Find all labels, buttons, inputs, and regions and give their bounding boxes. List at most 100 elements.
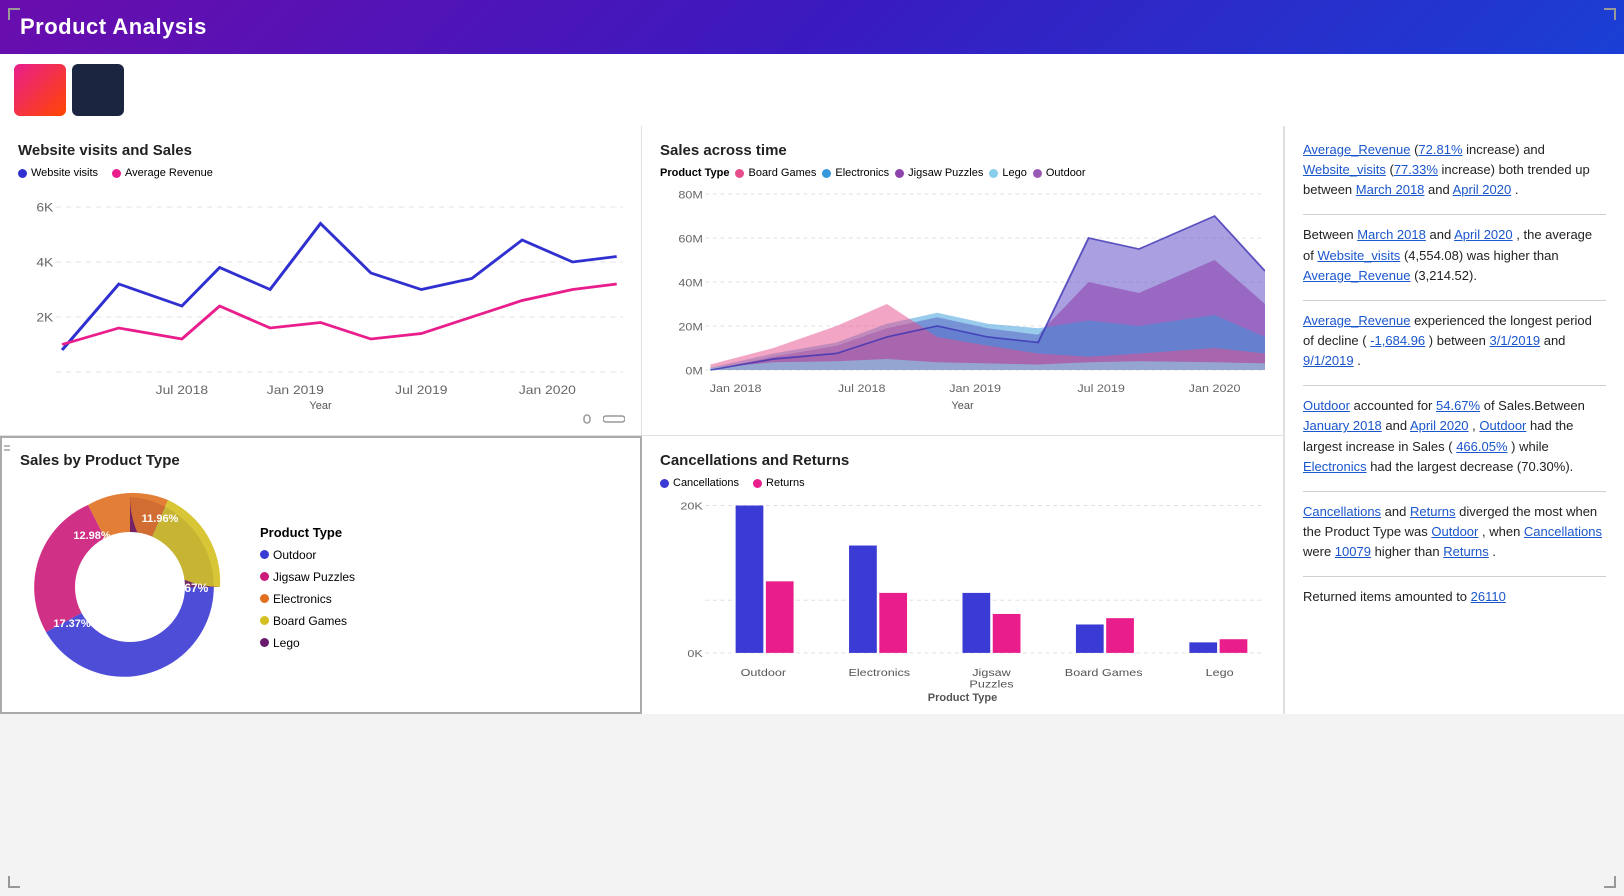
insight-10079[interactable]: 10079 bbox=[1335, 544, 1371, 559]
sales-time-panel: Sales across time Product Type Board Gam… bbox=[642, 126, 1284, 436]
scroll-icon bbox=[579, 413, 595, 425]
svg-text:60M: 60M bbox=[678, 232, 702, 245]
legend-label-jig: Jigsaw Puzzles bbox=[908, 167, 983, 179]
legend-dot-visits bbox=[18, 169, 27, 178]
insight-1: Average_Revenue (72.81% increase) and We… bbox=[1303, 140, 1606, 200]
divider-5 bbox=[1303, 576, 1606, 577]
website-sales-svg: 6K 4K 2K Jul 2018 Jan 2019 Jul 2019 Jan … bbox=[18, 185, 623, 405]
insight-april-2020-1[interactable]: April 2020 bbox=[1453, 182, 1512, 197]
chart-controls bbox=[579, 413, 625, 425]
divider-2 bbox=[1303, 300, 1606, 301]
donut-legend: Product Type Outdoor Jigsaw Puzzles Elec… bbox=[260, 525, 355, 650]
insight-decline-value[interactable]: -1,684.96 bbox=[1370, 333, 1425, 348]
insight-increase-pct[interactable]: 466.05% bbox=[1456, 439, 1507, 454]
website-sales-legend: Website visits Average Revenue bbox=[18, 167, 623, 179]
insight-jan-2018[interactable]: January 2018 bbox=[1303, 418, 1382, 433]
legend-dot-lego bbox=[989, 169, 998, 178]
insight-outdoor-link-2[interactable]: Outdoor bbox=[1479, 418, 1526, 433]
donut-label-board-games: Board Games bbox=[273, 614, 347, 628]
sales-time-svg: 80M 60M 40M 20M 0M Jan 2018 Jul 2018 Jan… bbox=[660, 183, 1265, 403]
insight-2: Between March 2018 and April 2020 , the … bbox=[1303, 225, 1606, 285]
legend-cancellations: Cancellations bbox=[660, 477, 739, 489]
insights-panel: Average_Revenue (72.81% increase) and We… bbox=[1284, 126, 1624, 714]
svg-text:20M: 20M bbox=[678, 320, 702, 333]
main-content: Website visits and Sales Website visits … bbox=[0, 126, 1624, 714]
insight-march-2018-2[interactable]: March 2018 bbox=[1357, 227, 1426, 242]
cancellations-legend: Cancellations Returns bbox=[660, 477, 1265, 489]
insight-date-start[interactable]: 3/1/2019 bbox=[1489, 333, 1540, 348]
svg-text:Jul 2018: Jul 2018 bbox=[156, 383, 208, 397]
insight-avg-revenue-link[interactable]: Average_Revenue bbox=[1303, 142, 1410, 157]
legend-dot-elec bbox=[822, 169, 831, 178]
insight-cancellations-link-2[interactable]: Cancellations bbox=[1524, 524, 1602, 539]
sales-product-title: Sales by Product Type bbox=[20, 452, 622, 469]
svg-text:2K: 2K bbox=[36, 310, 53, 324]
svg-text:Outdoor: Outdoor bbox=[741, 667, 787, 679]
svg-text:20K: 20K bbox=[680, 501, 703, 513]
insight-3: Average_Revenue experienced the longest … bbox=[1303, 311, 1606, 371]
insight-avg-revenue-2[interactable]: Average_Revenue bbox=[1303, 268, 1410, 283]
divider-3 bbox=[1303, 385, 1606, 386]
insight-pct-72[interactable]: 72.81% bbox=[1418, 142, 1462, 157]
legend-electronics: Electronics bbox=[822, 167, 889, 179]
insight-march-2018[interactable]: March 2018 bbox=[1356, 182, 1425, 197]
donut-area: 54.67% 17.37% 12.98% 11.96% Product Type… bbox=[20, 477, 622, 697]
svg-text:Lego: Lego bbox=[1206, 667, 1234, 679]
legend-lego: Lego bbox=[989, 167, 1026, 179]
insight-electronics-link[interactable]: Electronics bbox=[1303, 459, 1367, 474]
svg-text:Jan 2020: Jan 2020 bbox=[519, 383, 576, 397]
insight-april-2020-3[interactable]: April 2020 bbox=[1410, 418, 1469, 433]
svg-text:80M: 80M bbox=[678, 188, 702, 201]
resize-handle-tl bbox=[8, 8, 20, 20]
cancellations-chart-area: 20K 0K Outdoor Electronics bbox=[660, 495, 1265, 704]
legend-donut-board-games: Board Games bbox=[260, 614, 355, 628]
svg-text:Board Games: Board Games bbox=[1065, 667, 1143, 679]
insight-outdoor-pct[interactable]: 54.67% bbox=[1436, 398, 1480, 413]
svg-text:Electronics: Electronics bbox=[848, 667, 910, 679]
donut-label-electronics: Electronics bbox=[273, 592, 332, 606]
legend-donut-electronics: Electronics bbox=[260, 592, 355, 606]
legend-label-outdoor: Outdoor bbox=[1046, 167, 1086, 179]
insight-outdoor-link[interactable]: Outdoor bbox=[1303, 398, 1350, 413]
insight-date-end[interactable]: 9/1/2019 bbox=[1303, 353, 1354, 368]
insight-outdoor-link-3[interactable]: Outdoor bbox=[1431, 524, 1478, 539]
insight-website-visits-link[interactable]: Website_visits bbox=[1303, 162, 1386, 177]
legend-outdoor: Outdoor bbox=[1033, 167, 1086, 179]
svg-text:Jan 2018: Jan 2018 bbox=[710, 382, 762, 395]
cancellations-svg: 20K 0K Outdoor Electronics bbox=[660, 495, 1265, 695]
insight-website-visits-2[interactable]: Website_visits bbox=[1317, 248, 1400, 263]
legend-label-lego: Lego bbox=[1002, 167, 1026, 179]
legend-jigsaw: Jigsaw Puzzles bbox=[895, 167, 983, 179]
sales-time-chart-area: 80M 60M 40M 20M 0M Jan 2018 Jul 2018 Jan… bbox=[660, 183, 1265, 423]
divider-1 bbox=[1303, 214, 1606, 215]
legend-label-bg: Board Games bbox=[748, 167, 816, 179]
insight-april-2020-2[interactable]: April 2020 bbox=[1454, 227, 1513, 242]
insight-pct-77[interactable]: 77.33% bbox=[1394, 162, 1438, 177]
insight-avg-revenue-3[interactable]: Average_Revenue bbox=[1303, 313, 1410, 328]
insight-returns-link[interactable]: Returns bbox=[1410, 504, 1456, 519]
logo-box-orange bbox=[14, 64, 66, 116]
product-type-label: Product Type bbox=[660, 167, 729, 179]
legend-label-revenue: Average Revenue bbox=[125, 167, 213, 179]
legend-donut-outdoor: Outdoor bbox=[260, 548, 355, 562]
sales-product-panel: Sales by Product Type 54.67% 17.37% 12.9 bbox=[0, 436, 642, 714]
insight-returns-link-2[interactable]: Returns bbox=[1443, 544, 1489, 559]
legend-dot-cancellations bbox=[660, 479, 669, 488]
svg-text:0M: 0M bbox=[685, 364, 702, 377]
svg-text:Jul 2019: Jul 2019 bbox=[395, 383, 447, 397]
sales-time-legend: Product Type Board Games Electronics Jig… bbox=[660, 167, 1265, 179]
logo-box-dark bbox=[72, 64, 124, 116]
left-handle bbox=[4, 436, 12, 460]
legend-label-visits: Website visits bbox=[31, 167, 98, 179]
insight-26110[interactable]: 26110 bbox=[1471, 589, 1506, 604]
page-header: Product Analysis bbox=[0, 0, 1624, 54]
logo-area bbox=[0, 54, 1624, 126]
svg-text:54.67%: 54.67% bbox=[168, 581, 209, 595]
svg-text:4K: 4K bbox=[36, 255, 53, 269]
website-sales-title: Website visits and Sales bbox=[18, 142, 623, 159]
insight-cancellations-link[interactable]: Cancellations bbox=[1303, 504, 1381, 519]
divider-4 bbox=[1303, 491, 1606, 492]
legend-avg-revenue: Average Revenue bbox=[112, 167, 213, 179]
svg-text:Jul 2018: Jul 2018 bbox=[838, 382, 886, 395]
legend-returns: Returns bbox=[753, 477, 805, 489]
